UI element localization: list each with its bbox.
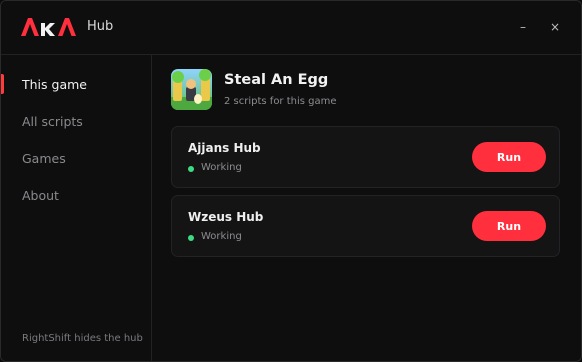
main-content: Steal An Egg 2 scripts for this game Ajj… <box>152 55 581 361</box>
sidebar-item-games[interactable]: Games <box>1 147 151 169</box>
script-card: Ajjans Hub Working Run <box>171 126 560 188</box>
close-icon: × <box>549 20 561 34</box>
game-thumbnail <box>171 69 212 110</box>
sidebar-item-label: This game <box>22 76 87 92</box>
sidebar-item-label: Games <box>22 150 66 166</box>
hide-hotkey-hint: RightShift hides the hub <box>22 333 143 344</box>
minimize-icon: – <box>520 20 526 34</box>
sidebar: This game All scripts Games About RightS… <box>1 55 152 361</box>
script-status: Working <box>201 231 242 242</box>
close-button[interactable]: × <box>546 18 564 36</box>
run-button[interactable]: Run <box>472 211 546 241</box>
sidebar-item-all-scripts[interactable]: All scripts <box>1 110 151 132</box>
sidebar-item-label: All scripts <box>22 113 83 129</box>
title-bar[interactable]: Hub – × <box>1 1 581 55</box>
script-name: Ajjans Hub <box>188 141 261 155</box>
script-status: Working <box>201 162 242 173</box>
sidebar-item-label: About <box>22 187 59 203</box>
script-name: Wzeus Hub <box>188 210 264 224</box>
status-dot-icon <box>188 166 194 172</box>
status-dot-icon <box>188 235 194 241</box>
hub-window: Hub – × This game All scripts Games Abou… <box>0 0 582 362</box>
run-button[interactable]: Run <box>472 142 546 172</box>
game-script-count: 2 scripts for this game <box>224 96 337 107</box>
script-card: Wzeus Hub Working Run <box>171 195 560 257</box>
sidebar-item-about[interactable]: About <box>1 184 151 206</box>
game-title: Steal An Egg <box>224 72 329 88</box>
aka-logo <box>21 18 76 36</box>
app-title: Hub <box>87 19 114 34</box>
sidebar-item-this-game[interactable]: This game <box>1 73 151 95</box>
minimize-button[interactable]: – <box>514 18 532 36</box>
